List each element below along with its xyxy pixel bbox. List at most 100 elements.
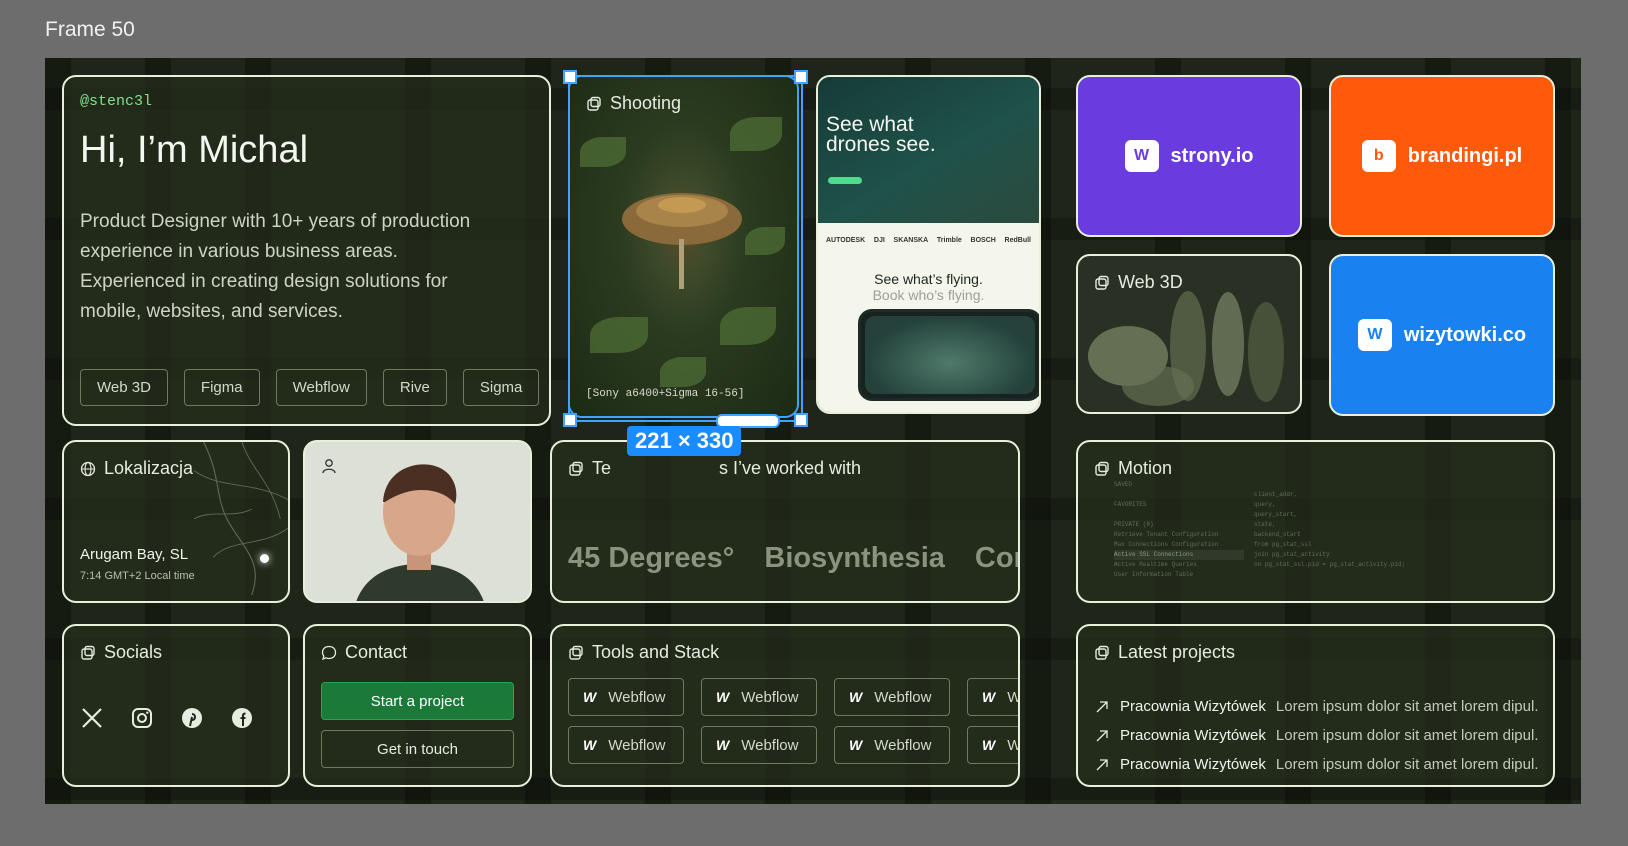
tool-chip[interactable]: W Webflow xyxy=(568,726,684,764)
local-time: 7:14 GMT+2 Local time xyxy=(80,570,195,582)
preview-line: backend_start xyxy=(1254,531,1301,538)
strony-tile[interactable]: W strony.io xyxy=(1076,75,1302,237)
clients-card[interactable]: Te s I’ve worked with 45 Degrees° Biosyn… xyxy=(550,440,1020,603)
drone-subtagline: Book who’s flying. xyxy=(872,287,985,303)
partner-logo: SKANSKA xyxy=(893,237,929,244)
location-title-label: Lokalizacja xyxy=(104,458,194,478)
get-in-touch-button[interactable]: Get in touch xyxy=(321,730,514,768)
webflow-icon: W xyxy=(849,689,863,705)
project-item[interactable]: Pracownia Wizytówek Lorem ipsum dolor si… xyxy=(1094,750,1543,779)
socials-title: Socials xyxy=(80,642,162,663)
web3d-title: Web 3D xyxy=(1094,272,1183,293)
partner-logo: DJI xyxy=(873,237,885,244)
partner-logos: AUTODESK DJI SKANSKA Trimble BOSCH RedBu… xyxy=(826,237,1031,244)
shooting-card[interactable]: Shooting [Sony a6400+Sigma 16-56] xyxy=(568,75,799,418)
tool-chip[interactable]: W Webflow xyxy=(701,726,817,764)
skill-tags: Web 3D Figma Webflow Rive Sigma xyxy=(80,369,540,406)
preview-line: state, xyxy=(1254,521,1276,528)
web3d-card[interactable]: Web 3D xyxy=(1076,254,1302,414)
motion-card[interactable]: SAVED FAVORITES PRIVATE (8) Retrieve Ten… xyxy=(1076,440,1555,603)
partner-logo: BOSCH xyxy=(970,237,996,244)
socials-title-label: Socials xyxy=(104,642,163,662)
webflow-icon: W xyxy=(716,689,730,705)
tag[interactable]: Webflow xyxy=(275,369,367,406)
contact-title-label: Contact xyxy=(345,642,408,662)
tool-chips: W Webflow W Webflow W Webflow WW W Webflow W… xyxy=(568,678,1018,764)
project-item[interactable]: Pracownia Wizytówek Lorem ipsum dolor si… xyxy=(1094,692,1543,721)
tool-chip[interactable]: W Webflow xyxy=(834,726,950,764)
tool-chip[interactable]: W Webflow xyxy=(701,678,817,716)
copy-icon xyxy=(569,461,583,476)
webflow-icon: W xyxy=(982,689,996,705)
project-desc: Lorem ipsum dolor sit amet lorem dipul. xyxy=(1275,698,1539,715)
projects-card[interactable]: Latest projects Pracownia Wizytówek Lore… xyxy=(1076,624,1555,787)
globe-icon xyxy=(80,461,96,476)
tag[interactable]: Rive xyxy=(382,369,447,406)
client-logo: Biosynthesia xyxy=(764,542,945,574)
motion-title: Motion xyxy=(1094,458,1172,479)
client-logo: 45 Degrees° xyxy=(568,542,735,574)
hero-description: Product Designer with 10+ years of produ… xyxy=(80,211,471,322)
project-desc: Lorem ipsum dolor sit amet lorem dipul. xyxy=(1275,727,1539,744)
project-list: Pracownia Wizytówek Lorem ipsum dolor si… xyxy=(1094,692,1543,779)
project-item[interactable]: Pracownia Wizytówek Lorem ipsum dolor si… xyxy=(1094,721,1543,750)
project-desc: Lorem ipsum dolor sit amet lorem dipul. xyxy=(1275,756,1539,773)
partner-logo: RedBull xyxy=(1004,237,1031,244)
arrow-up-right-icon xyxy=(1096,758,1108,770)
map-image xyxy=(194,442,288,596)
tag[interactable]: Web 3D xyxy=(80,369,168,406)
drones-card[interactable]: See what drones see. AUTODESK DJI SKANSK… xyxy=(816,75,1041,414)
preview-line: User Information Table xyxy=(1114,571,1194,578)
copy-icon xyxy=(587,96,601,111)
preview-line: join pg_stat_activity xyxy=(1254,551,1330,558)
clients-title-end: s I’ve worked with xyxy=(719,458,862,478)
location-place: Arugam Bay, SL xyxy=(80,546,189,563)
clients-title-start: Te xyxy=(592,458,612,478)
webflow-icon: W xyxy=(982,737,996,753)
tag[interactable]: Sigma xyxy=(462,369,540,406)
instagram-icon[interactable] xyxy=(130,706,154,730)
camera-caption: [Sony a6400+Sigma 16-56] xyxy=(586,388,745,400)
contact-card[interactable]: Contact Start a project Get in touch xyxy=(303,624,532,787)
tool-chip[interactable]: WW xyxy=(967,726,1018,764)
copy-icon xyxy=(1095,461,1109,476)
preview-line: SAVED xyxy=(1114,481,1133,488)
tools-title: Tools and Stack xyxy=(568,642,719,663)
start-project-button[interactable]: Start a project xyxy=(321,682,514,720)
tool-chip[interactable]: W Webflow xyxy=(834,678,950,716)
socials-card[interactable]: Socials xyxy=(62,624,290,787)
phone-mockup xyxy=(858,309,1039,401)
webflow-icon: W xyxy=(716,737,730,753)
shooting-title-label: Shooting xyxy=(610,93,682,113)
project-name: Pracownia Wizytówek xyxy=(1120,727,1266,744)
preview-line: on pg_stat_ssl.pid = pg_stat_activity.pi… xyxy=(1254,561,1406,568)
portrait-card[interactable] xyxy=(303,440,532,603)
frame-canvas[interactable]: @stenc3l Hi, I’m Michal Product Designer… xyxy=(45,58,1581,804)
pinterest-icon[interactable] xyxy=(180,706,204,730)
strony-label: strony.io xyxy=(1170,144,1254,167)
frame-label[interactable]: Frame 50 xyxy=(45,18,135,42)
preview-line: Retrieve Tenant Configuration xyxy=(1114,531,1219,538)
tools-card[interactable]: Tools and Stack W Webflow W Webflow W Webfl… xyxy=(550,624,1020,787)
x-icon[interactable] xyxy=(80,706,104,730)
tag[interactable]: Figma xyxy=(183,369,260,406)
partner-logo: AUTODESK xyxy=(826,237,866,244)
projects-title-label: Latest projects xyxy=(1118,642,1236,662)
handle-text: @stenc3l xyxy=(80,93,153,110)
wizytowki-tile[interactable]: W wizytowki.co xyxy=(1329,254,1555,416)
location-title: Lokalizacja xyxy=(80,458,193,479)
facebook-icon[interactable] xyxy=(230,706,254,730)
location-card[interactable]: Lokalizacja Arugam Bay, SL 7:14 GMT+2 Lo… xyxy=(62,440,290,603)
tool-chip[interactable]: WW xyxy=(967,678,1018,716)
wizytowki-label: wizytowki.co xyxy=(1403,323,1527,346)
preview-line: query_start, xyxy=(1254,511,1298,518)
project-name: Pracownia Wizytówek xyxy=(1120,698,1266,715)
drone-cta-button[interactable] xyxy=(828,177,862,184)
drone-tagline: See what’s flying. xyxy=(874,271,983,287)
intro-card[interactable]: @stenc3l Hi, I’m Michal Product Designer… xyxy=(62,75,551,426)
motion-preview: SAVED FAVORITES PRIVATE (8) Retrieve Ten… xyxy=(1094,480,1541,591)
tool-chip[interactable]: W Webflow xyxy=(568,678,684,716)
umbrella-image xyxy=(622,193,742,289)
client-logos: 45 Degrees° Biosynthesia Cont xyxy=(568,542,1018,575)
brandingi-tile[interactable]: b brandingi.pl xyxy=(1329,75,1555,237)
